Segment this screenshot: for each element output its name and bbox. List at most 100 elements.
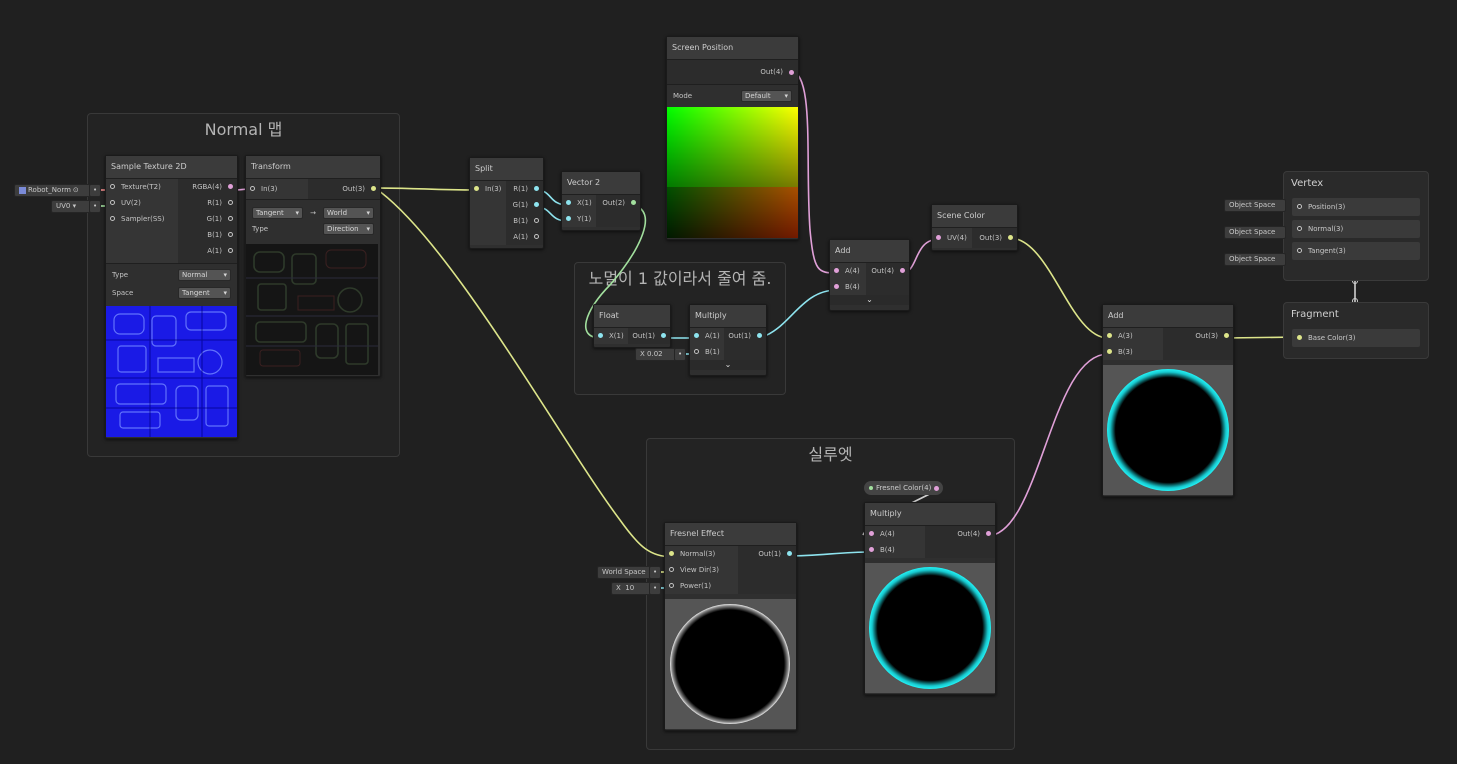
port-a[interactable]: A(3): [1103, 328, 1163, 344]
port-b[interactable]: B(3): [1103, 344, 1163, 360]
node-transform[interactable]: Transform In(3) Out(3) Tangent → World T…: [245, 155, 381, 377]
port-dot[interactable]: [631, 200, 636, 205]
port-dot[interactable]: [869, 547, 874, 552]
port-out[interactable]: Out(2): [596, 195, 640, 211]
port-a[interactable]: A(4): [865, 526, 925, 542]
uv-port-chip[interactable]: •: [89, 200, 101, 213]
port-dot[interactable]: [1224, 333, 1229, 338]
port-dot[interactable]: [566, 200, 571, 205]
power-value-field[interactable]: X 10: [611, 582, 653, 595]
node-add-1[interactable]: Add A(4) B(4) Out(4) ⌄: [829, 239, 910, 311]
port-dot[interactable]: [986, 531, 991, 536]
port-a[interactable]: A(1): [178, 243, 237, 259]
port-b[interactable]: B(1): [690, 344, 724, 360]
port-dot[interactable]: [1297, 204, 1302, 209]
space-dropdown[interactable]: Tangent: [178, 287, 231, 299]
port-rgba[interactable]: RGBA(4): [178, 179, 237, 195]
port-y[interactable]: Y(1): [562, 211, 596, 227]
port-texture[interactable]: Texture(T2): [106, 179, 178, 195]
fresnel-color-property[interactable]: Fresnel Color(4): [864, 481, 944, 495]
port-out[interactable]: Out(3): [308, 179, 380, 199]
node-sample-texture-2d[interactable]: Sample Texture 2D Texture(T2) UV(2) Samp…: [105, 155, 238, 439]
port-b[interactable]: B(1): [506, 213, 543, 229]
port-uv[interactable]: UV(4): [932, 228, 972, 248]
node-add-2[interactable]: Add A(3) B(3) Out(3): [1102, 304, 1234, 497]
port-dot[interactable]: [694, 349, 699, 354]
port-dot[interactable]: [1297, 335, 1302, 340]
expand-chevron-icon[interactable]: ⌄: [690, 360, 766, 370]
vertex-position-slot[interactable]: Position(3): [1292, 198, 1420, 216]
port-power[interactable]: Power(1): [665, 578, 738, 594]
port-a[interactable]: A(1): [690, 328, 724, 344]
port-out[interactable]: Out(1): [738, 546, 796, 562]
port-sampler[interactable]: Sampler(SS): [106, 211, 178, 227]
port-a[interactable]: A(1): [506, 229, 543, 245]
port-dot[interactable]: [1107, 349, 1112, 354]
port-out[interactable]: Out(1): [724, 328, 766, 344]
port-dot[interactable]: [534, 234, 539, 239]
port-x[interactable]: X(1): [562, 195, 596, 211]
port-r[interactable]: R(1): [506, 181, 543, 197]
port-dot[interactable]: [834, 268, 839, 273]
port-dot[interactable]: [669, 583, 674, 588]
port-dot[interactable]: [669, 567, 674, 572]
port-r[interactable]: R(1): [178, 195, 237, 211]
object-picker-icon[interactable]: ⊙: [73, 186, 79, 194]
port-dot[interactable]: [757, 333, 762, 338]
node-screen-position[interactable]: Screen Position Out(4) Mode Default: [666, 36, 799, 240]
port-b[interactable]: B(1): [178, 227, 237, 243]
port-dot[interactable]: [834, 284, 839, 289]
vertex-block[interactable]: Vertex Position(3) Normal(3) Tangent(3): [1283, 171, 1429, 281]
port-dot[interactable]: [110, 200, 115, 205]
port-out[interactable]: Out(4): [866, 263, 909, 279]
port-dot[interactable]: [598, 333, 603, 338]
port-dot[interactable]: [110, 216, 115, 221]
from-space-dropdown[interactable]: Tangent: [252, 207, 303, 219]
normal-space-chip[interactable]: Object Space: [1224, 226, 1286, 239]
node-scene-color[interactable]: Scene Color UV(4) Out(3): [931, 204, 1018, 251]
port-dot[interactable]: [934, 486, 940, 491]
to-space-dropdown[interactable]: World: [323, 207, 374, 219]
port-normal[interactable]: Normal(3): [665, 546, 738, 562]
port-dot[interactable]: [869, 531, 874, 536]
fragment-block[interactable]: Fragment Base Color(3): [1283, 302, 1429, 359]
port-out[interactable]: Out(1): [628, 328, 670, 344]
vertex-normal-slot[interactable]: Normal(3): [1292, 220, 1420, 238]
port-out[interactable]: Out(4): [925, 526, 995, 542]
port-dot[interactable]: [228, 216, 233, 221]
port-dot[interactable]: [474, 186, 479, 191]
view-dir-port-chip[interactable]: •: [649, 566, 661, 579]
port-in[interactable]: In(3): [470, 181, 506, 197]
port-dot[interactable]: [228, 232, 233, 237]
port-b[interactable]: B(4): [830, 279, 866, 295]
port-dot[interactable]: [1297, 248, 1302, 253]
port-dot[interactable]: [566, 216, 571, 221]
port-dot[interactable]: [534, 218, 539, 223]
port-g[interactable]: G(1): [178, 211, 237, 227]
port-view-dir[interactable]: View Dir(3): [665, 562, 738, 578]
node-split[interactable]: Split In(3) R(1) G(1) B(1) A(1): [469, 157, 544, 249]
node-float[interactable]: Float X(1) Out(1): [593, 304, 671, 348]
port-dot[interactable]: [936, 235, 941, 240]
port-dot[interactable]: [1008, 235, 1013, 240]
node-multiply-1[interactable]: Multiply A(1) B(1) Out(1) ⌄: [689, 304, 767, 376]
port-dot[interactable]: [228, 248, 233, 253]
mode-dropdown[interactable]: Default: [741, 90, 792, 102]
port-dot[interactable]: [900, 268, 905, 273]
port-dot[interactable]: [789, 70, 794, 75]
type-dropdown[interactable]: Normal: [178, 269, 231, 281]
port-out[interactable]: Out(3): [972, 228, 1017, 248]
port-uv[interactable]: UV(2): [106, 195, 178, 211]
port-dot[interactable]: [534, 186, 539, 191]
port-dot[interactable]: [228, 184, 233, 189]
node-vector-2[interactable]: Vector 2 X(1) Y(1) Out(2): [561, 171, 641, 231]
port-dot[interactable]: [694, 333, 699, 338]
uv-dropdown[interactable]: UV0 ▾: [51, 200, 94, 213]
vertex-tangent-slot[interactable]: Tangent(3): [1292, 242, 1420, 260]
expand-chevron-icon[interactable]: ⌄: [830, 295, 909, 305]
port-b[interactable]: B(4): [865, 542, 925, 558]
type-dropdown[interactable]: Direction: [323, 223, 374, 235]
robot-normal-texture-field[interactable]: Robot_Norm ⊙: [14, 184, 95, 197]
position-space-chip[interactable]: Object Space: [1224, 199, 1286, 212]
fragment-base-color-slot[interactable]: Base Color(3): [1292, 329, 1420, 347]
